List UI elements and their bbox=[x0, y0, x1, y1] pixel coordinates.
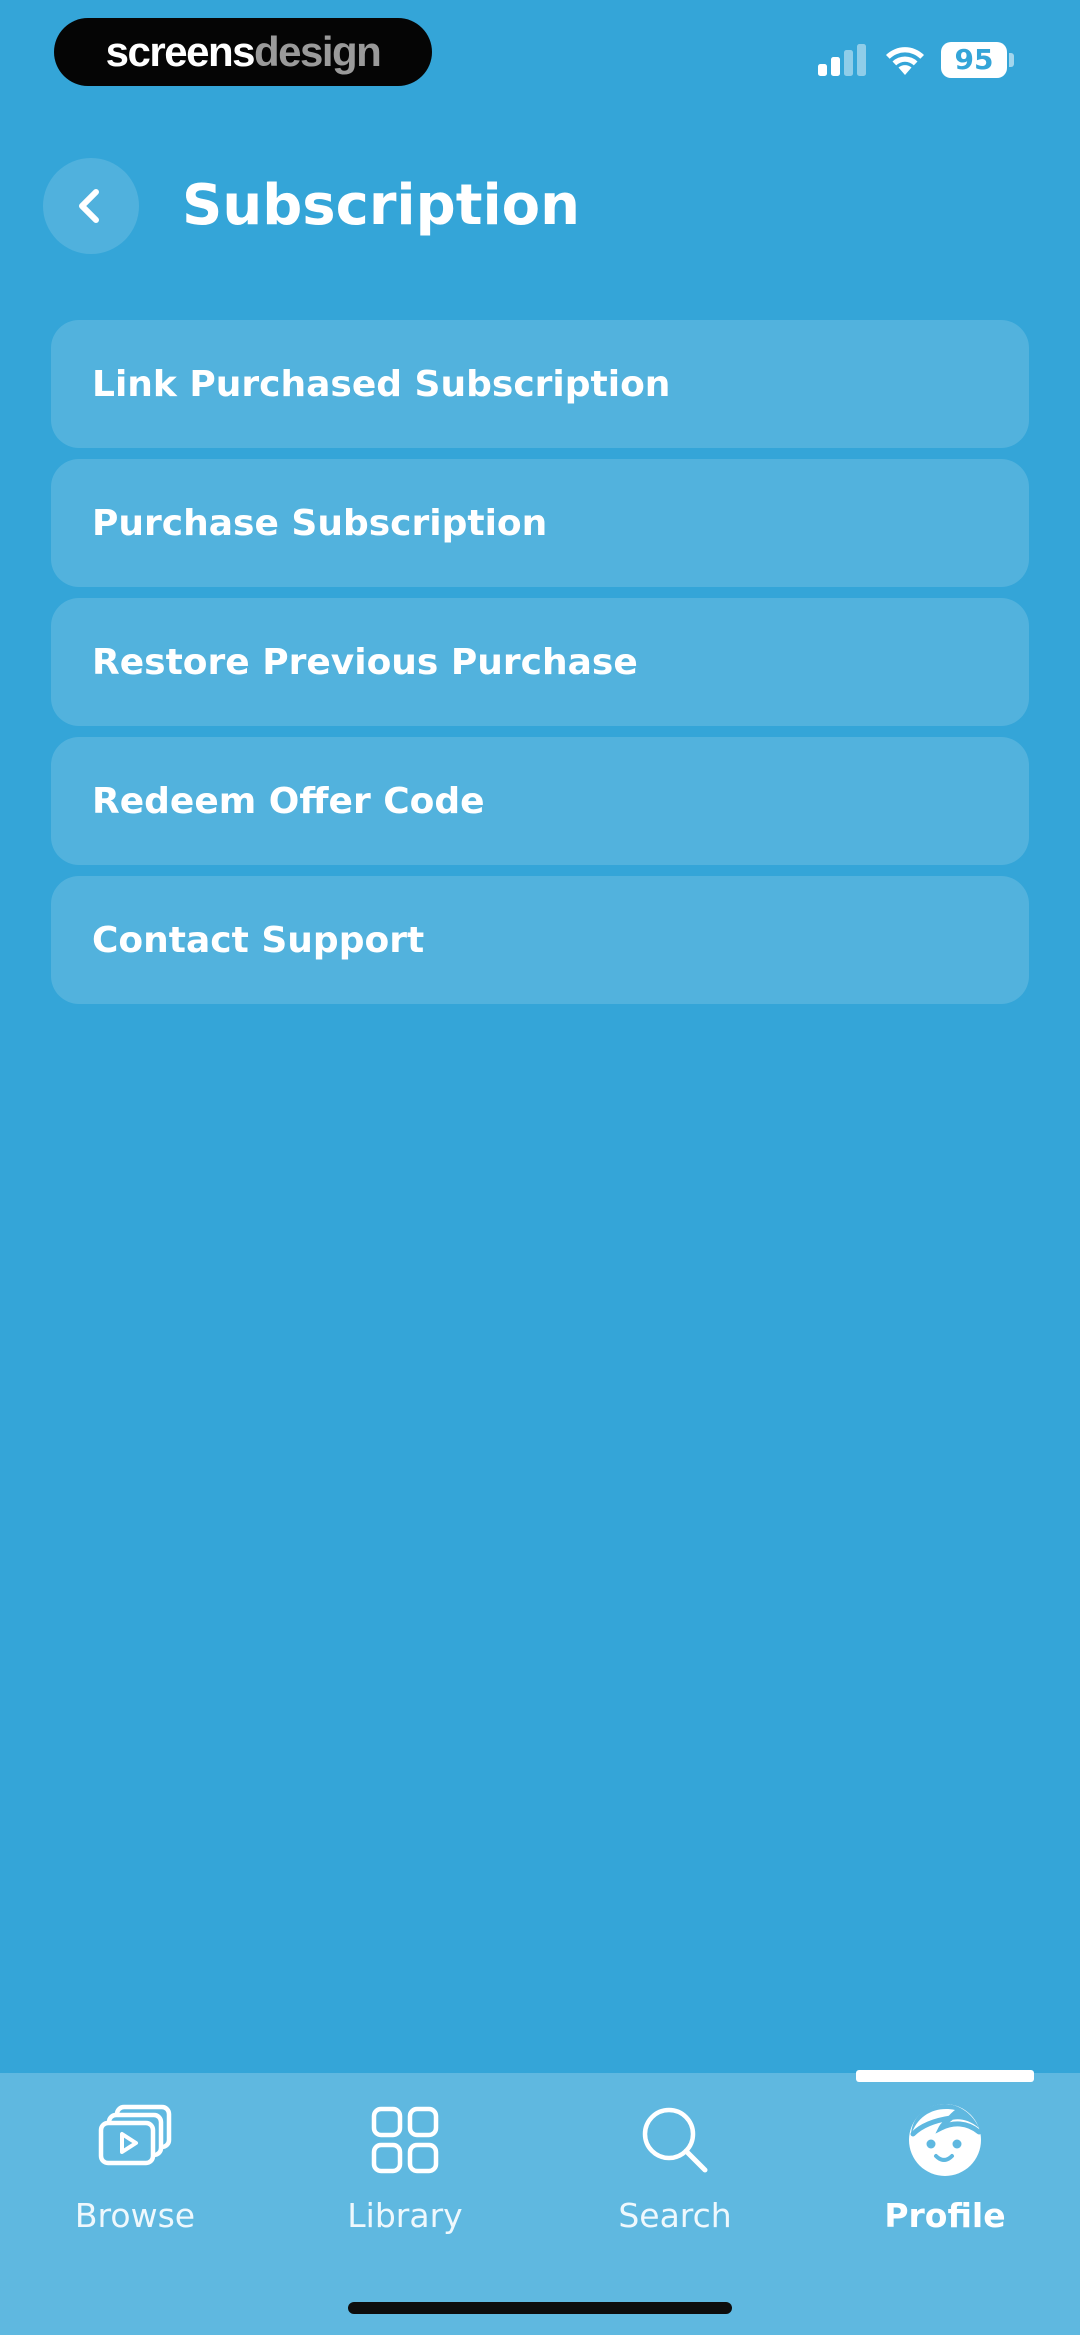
face-icon bbox=[909, 2104, 982, 2176]
redeem-offer-code-button[interactable]: Redeem Offer Code bbox=[51, 737, 1029, 865]
play-cards-icon bbox=[98, 2104, 172, 2166]
back-button[interactable] bbox=[43, 158, 139, 254]
home-indicator bbox=[348, 2302, 732, 2314]
tab-label-library: Library bbox=[347, 2196, 463, 2235]
watermark-part-screens: screens bbox=[105, 28, 256, 75]
tab-search[interactable]: Search bbox=[540, 2098, 810, 2248]
status-bar: screens design 95 bbox=[0, 0, 1080, 110]
watermark-part-design: design bbox=[253, 28, 382, 75]
chevron-left-icon bbox=[79, 189, 99, 223]
watermark-logo: screens design bbox=[54, 18, 432, 86]
menu-item-label: Redeem Offer Code bbox=[92, 780, 485, 822]
active-tab-indicator bbox=[856, 2070, 1034, 2082]
restore-previous-purchase-button[interactable]: Restore Previous Purchase bbox=[51, 598, 1029, 726]
tab-library[interactable]: Library bbox=[270, 2098, 540, 2248]
purchase-subscription-button[interactable]: Purchase Subscription bbox=[51, 459, 1029, 587]
tab-label-profile: Profile bbox=[884, 2196, 1006, 2235]
tab-profile[interactable]: Profile bbox=[810, 2098, 1080, 2248]
search-icon bbox=[642, 2107, 708, 2173]
battery-level: 95 bbox=[954, 43, 994, 76]
menu-item-label: Purchase Subscription bbox=[92, 502, 548, 544]
tab-label-browse: Browse bbox=[74, 2196, 196, 2235]
tab-browse[interactable]: Browse bbox=[0, 2098, 270, 2248]
link-purchased-subscription-button[interactable]: Link Purchased Subscription bbox=[51, 320, 1029, 448]
menu-item-label: Restore Previous Purchase bbox=[92, 641, 638, 683]
tab-label-search: Search bbox=[618, 2196, 732, 2235]
signal-icon bbox=[818, 44, 866, 76]
page-title: Subscription bbox=[182, 173, 581, 238]
menu-item-label: Contact Support bbox=[92, 919, 425, 961]
contact-support-button[interactable]: Contact Support bbox=[51, 876, 1029, 1004]
menu-item-label: Link Purchased Subscription bbox=[92, 363, 671, 405]
battery-icon: 95 bbox=[941, 42, 1007, 78]
subscription-menu: Link Purchased Subscription Purchase Sub… bbox=[51, 320, 1029, 1015]
grid-icon bbox=[371, 2106, 439, 2174]
battery-cap bbox=[1009, 53, 1014, 67]
wifi-icon bbox=[886, 47, 924, 75]
